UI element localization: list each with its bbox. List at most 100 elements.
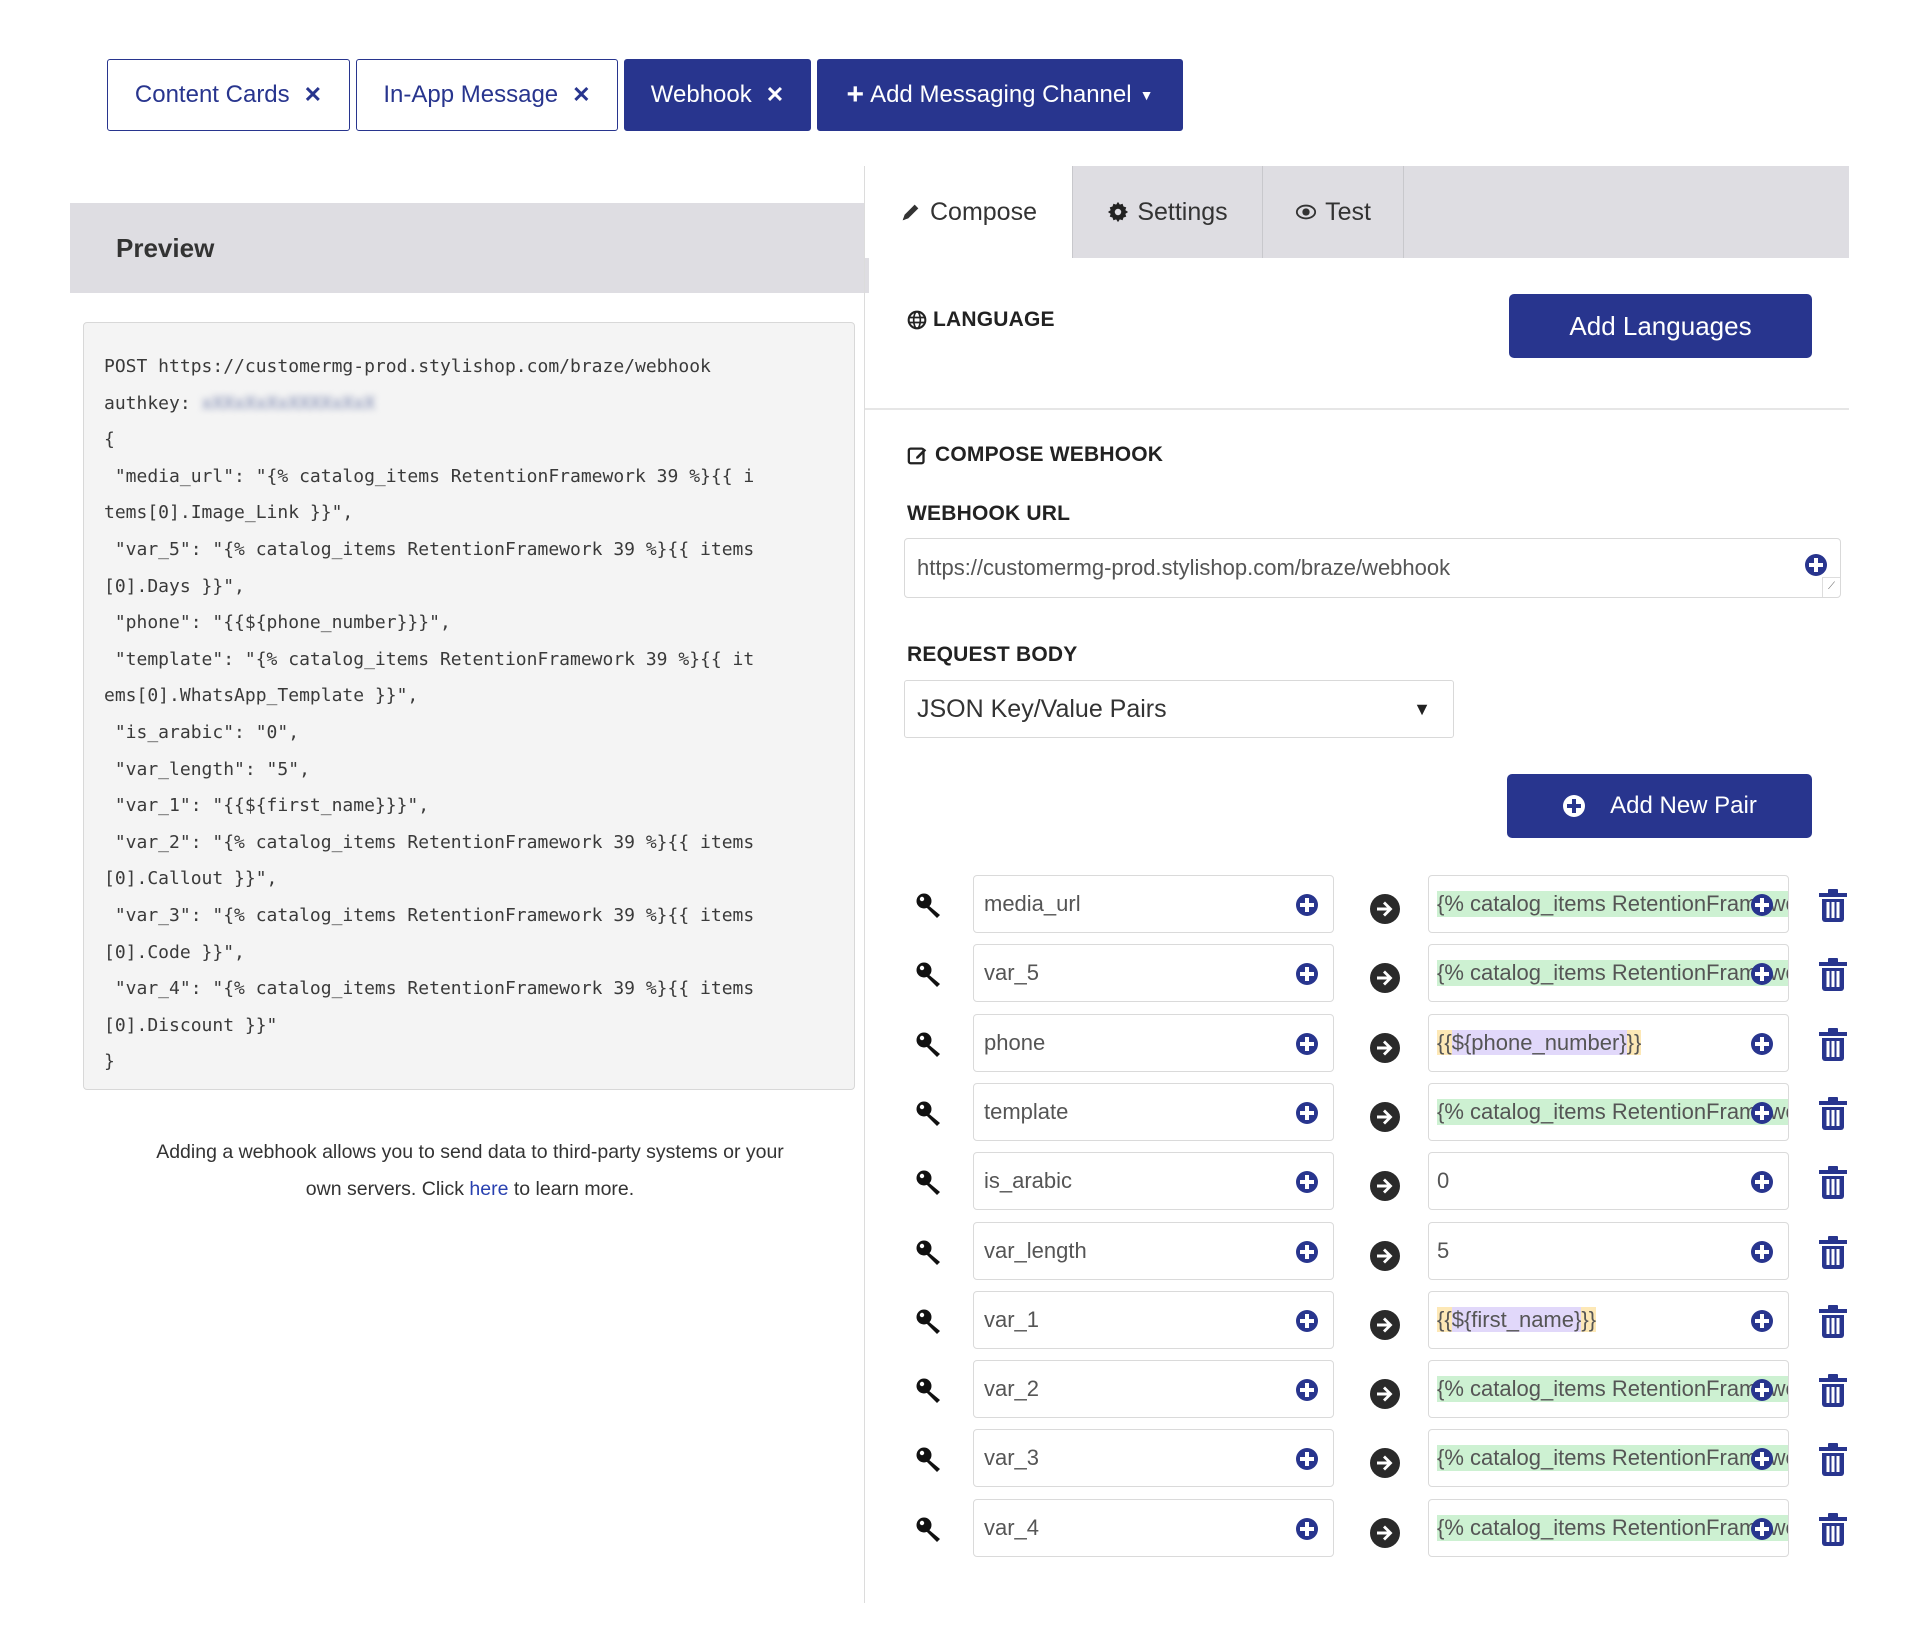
pair-value-input[interactable]: {% catalog_items RetentionFramework 39 %…	[1428, 1429, 1789, 1488]
code-line: "var_length": "5",	[104, 758, 310, 780]
pair-key-input[interactable]: var_1	[973, 1290, 1334, 1349]
trash-icon[interactable]	[1818, 958, 1848, 992]
pair-key-input[interactable]: var_3	[973, 1429, 1334, 1488]
add-personalization-icon[interactable]	[1295, 1447, 1319, 1471]
pair-key-text: var_3	[984, 1445, 1040, 1471]
pair-key-input[interactable]: is_arabic	[973, 1152, 1334, 1211]
add-personalization-icon[interactable]	[1750, 1032, 1774, 1056]
add-personalization-icon[interactable]	[1295, 1240, 1319, 1264]
preview-header: Preview	[70, 203, 869, 293]
code-line: "var_5": "{% catalog_items RetentionFram…	[104, 538, 755, 560]
tab-label: Settings	[1137, 197, 1228, 226]
trash-icon[interactable]	[1818, 1443, 1848, 1477]
tab-compose[interactable]: Compose	[865, 166, 1073, 258]
pair-value-input[interactable]: {{${first_name}}}	[1428, 1290, 1789, 1349]
trash-icon[interactable]	[1818, 889, 1848, 923]
trash-icon[interactable]	[1818, 1096, 1848, 1131]
pair-key-text: template	[984, 1098, 1069, 1124]
add-personalization-icon[interactable]	[1750, 1101, 1774, 1125]
pair-key-input[interactable]: var_4	[973, 1498, 1334, 1557]
pair-value-text: {% catalog_items RetentionFramework 39 %…	[1437, 1098, 1788, 1125]
pair-value-text: 0	[1437, 1168, 1450, 1194]
add-personalization-icon[interactable]	[1295, 1309, 1319, 1333]
code-line: "media_url": "{% catalog_items Retention…	[104, 465, 755, 487]
add-personalization-icon[interactable]	[1750, 1309, 1774, 1333]
pair-value-input[interactable]: {% catalog_items RetentionFramework 39 %…	[1428, 1498, 1789, 1557]
trash-icon[interactable]	[1818, 1166, 1848, 1200]
pair-value-input[interactable]: 5	[1428, 1221, 1789, 1280]
add-personalization-icon[interactable]	[1295, 962, 1319, 986]
edit-icon	[907, 447, 927, 465]
add-languages-button[interactable]: Add Languages	[1509, 294, 1812, 358]
pair-value-text: 5	[1437, 1237, 1450, 1263]
key-icon	[916, 1447, 940, 1473]
add-personalization-icon[interactable]	[1295, 1378, 1319, 1402]
arrow-right-icon	[1370, 1309, 1400, 1340]
tab-test[interactable]: Test	[1263, 166, 1404, 258]
webhook-url-input[interactable]: https://customermg-prod.stylishop.com/br…	[904, 538, 1841, 598]
add-personalization-icon[interactable]	[1295, 1032, 1319, 1056]
add-personalization-icon[interactable]	[1750, 1170, 1774, 1194]
arrow-right-icon	[1370, 1101, 1400, 1132]
add-personalization-icon[interactable]	[1295, 1101, 1319, 1125]
channel-tab-webhook[interactable]: Webhook ✕	[624, 59, 811, 131]
pair-row: var_5 {% catalog_items RetentionFramewor…	[865, 944, 1849, 1003]
pair-key-input[interactable]: phone	[973, 1013, 1334, 1072]
pair-value-input[interactable]: {% catalog_items RetentionFramework 39 %…	[1428, 1082, 1789, 1141]
pair-value-input[interactable]: {{${phone_number}}}	[1428, 1013, 1789, 1072]
pair-value-input[interactable]: {% catalog_items RetentionFramework 39 %…	[1428, 875, 1789, 933]
close-icon[interactable]: ✕	[766, 82, 784, 108]
key-icon	[916, 1032, 940, 1057]
add-personalization-icon[interactable]	[1295, 893, 1319, 917]
trash-icon[interactable]	[1818, 1374, 1848, 1408]
help-text: Adding a webhook allows you to send data…	[150, 1134, 790, 1207]
close-icon[interactable]: ✕	[572, 82, 590, 108]
add-personalization-icon[interactable]	[1750, 962, 1774, 986]
key-icon	[916, 1240, 940, 1265]
trash-icon[interactable]	[1818, 1027, 1848, 1062]
add-new-pair-button[interactable]: Add New Pair	[1507, 774, 1812, 838]
attribute-token: ${phone_number}	[1451, 1029, 1627, 1055]
trash-icon[interactable]	[1818, 1235, 1848, 1270]
pair-value-input[interactable]: 0	[1428, 1152, 1789, 1211]
tab-label: Compose	[930, 197, 1037, 226]
pair-row: var_length 5	[865, 1221, 1849, 1280]
trash-icon[interactable]	[1818, 1304, 1848, 1339]
pair-key-input[interactable]: var_length	[973, 1221, 1334, 1280]
add-personalization-icon[interactable]	[1295, 1170, 1319, 1194]
pair-value-input[interactable]: {% catalog_items RetentionFramework 39 %…	[1428, 944, 1789, 1003]
add-personalization-icon[interactable]	[1750, 1517, 1774, 1541]
add-personalization-icon[interactable]	[1804, 553, 1828, 577]
channel-tab-content-cards[interactable]: Content Cards ✕	[107, 59, 350, 131]
request-body-select[interactable]: JSON Key/Value Pairs ▼	[904, 680, 1454, 738]
arrow-right-icon	[1370, 1517, 1400, 1548]
language-label-text: LANGUAGE	[933, 308, 1055, 331]
pair-value-input[interactable]: {% catalog_items RetentionFramework 39 %…	[1428, 1360, 1789, 1419]
trash-icon[interactable]	[1818, 1512, 1848, 1547]
pair-key-input[interactable]: var_5	[973, 944, 1334, 1003]
resize-grip-icon[interactable]: ⟋	[1822, 577, 1840, 597]
pair-row: var_2 {% catalog_items RetentionFramewor…	[865, 1360, 1849, 1419]
code-line: "var_3": "{% catalog_items RetentionFram…	[104, 904, 755, 926]
learn-more-link[interactable]: here	[469, 1178, 508, 1200]
pair-key-input[interactable]: template	[973, 1082, 1334, 1141]
add-messaging-channel-button[interactable]: + Add Messaging Channel ▼	[817, 59, 1183, 131]
key-icon	[916, 1101, 940, 1126]
pair-row: var_3 {% catalog_items RetentionFramewor…	[865, 1429, 1849, 1488]
tab-label: Test	[1325, 197, 1371, 226]
close-icon[interactable]: ✕	[304, 82, 322, 108]
pair-key-input[interactable]: var_2	[973, 1360, 1334, 1419]
arrow-right-icon	[1370, 1379, 1400, 1410]
tab-settings[interactable]: Settings	[1073, 166, 1263, 258]
redacted-authkey: xXXxXxXxXXXXxXxX	[201, 392, 375, 414]
add-personalization-icon[interactable]	[1750, 893, 1774, 917]
add-personalization-icon[interactable]	[1750, 1447, 1774, 1471]
plus-icon: +	[846, 78, 865, 111]
add-personalization-icon[interactable]	[1295, 1517, 1319, 1541]
add-personalization-icon[interactable]	[1750, 1378, 1774, 1402]
code-line: "var_1": "{{${first_name}}}",	[104, 795, 430, 817]
pair-row: is_arabic 0	[865, 1152, 1849, 1211]
channel-tab-in-app-message[interactable]: In-App Message ✕	[356, 59, 618, 131]
add-personalization-icon[interactable]	[1750, 1240, 1774, 1264]
pair-key-input[interactable]: media_url	[973, 875, 1334, 933]
